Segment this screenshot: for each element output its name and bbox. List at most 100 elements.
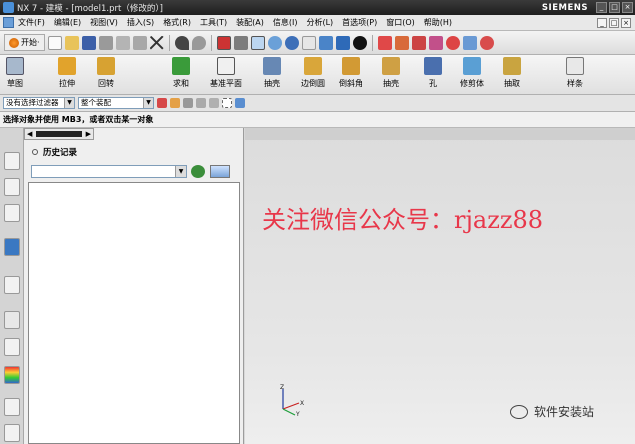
paste-icon[interactable] bbox=[132, 35, 147, 50]
help-icon[interactable] bbox=[479, 35, 494, 50]
type-filter-select[interactable]: 没有选择过滤器 ▼ bbox=[3, 97, 75, 109]
edge-blend-button[interactable]: 边倒圆 bbox=[301, 57, 325, 89]
history-clock-icon[interactable] bbox=[4, 311, 20, 329]
copy-icon[interactable] bbox=[115, 35, 130, 50]
hole-button[interactable]: 孔 bbox=[424, 57, 442, 89]
zoom-window-icon[interactable] bbox=[233, 35, 248, 50]
extrude-icon bbox=[58, 57, 76, 75]
document-icon[interactable] bbox=[3, 17, 14, 28]
chevron-left-icon[interactable]: ◀ bbox=[27, 130, 32, 138]
reuse-library-icon[interactable] bbox=[4, 204, 20, 222]
spline-label: 样条 bbox=[567, 79, 583, 88]
cut-icon[interactable] bbox=[98, 35, 113, 50]
layer-icon[interactable] bbox=[462, 35, 477, 50]
doc-restore-button[interactable]: □ bbox=[609, 17, 619, 28]
part-navigator-icon[interactable] bbox=[4, 178, 20, 196]
rotate-icon[interactable] bbox=[284, 35, 299, 50]
axis-x-line bbox=[282, 402, 300, 410]
point-icon[interactable] bbox=[394, 35, 409, 50]
chevron-right-icon[interactable]: ▶ bbox=[86, 130, 91, 138]
save-icon[interactable] bbox=[81, 35, 96, 50]
hole-icon bbox=[424, 57, 442, 75]
open-folder-icon[interactable] bbox=[64, 35, 79, 50]
trim-body-button[interactable]: 修剪体 bbox=[460, 57, 484, 89]
close-button[interactable]: × bbox=[622, 2, 633, 13]
visualization-icon[interactable] bbox=[4, 366, 20, 384]
menu-window[interactable]: 窗口(O) bbox=[386, 17, 415, 28]
panel-tab-header[interactable]: ◀ ▶ bbox=[24, 128, 94, 140]
watermark-text: 关注微信公众号：rjazz88 bbox=[262, 206, 544, 234]
menu-info[interactable]: 信息(I) bbox=[273, 17, 298, 28]
trim-body-label: 修剪体 bbox=[460, 79, 484, 88]
menu-file[interactable]: 文件(F) bbox=[18, 17, 45, 28]
wcs-icon[interactable] bbox=[377, 35, 392, 50]
axis-y-label: Y bbox=[295, 411, 300, 417]
delete-icon[interactable] bbox=[149, 35, 164, 50]
palette-icon[interactable] bbox=[4, 424, 20, 442]
title-bar: NX 7 - 建模 - [model1.prt（修改的）] SIEMENS _ … bbox=[0, 0, 635, 15]
chamfer-icon bbox=[342, 57, 360, 75]
snap-mid-icon[interactable] bbox=[209, 98, 219, 108]
unite-button[interactable]: 求和 bbox=[172, 57, 190, 89]
datum-plane-button[interactable]: 基准平面 bbox=[210, 57, 242, 89]
toolbar-separator bbox=[210, 34, 212, 51]
menu-tools[interactable]: 工具(T) bbox=[200, 17, 227, 28]
spline-button[interactable]: 样条 bbox=[566, 57, 584, 89]
menu-preferences[interactable]: 首选项(P) bbox=[342, 17, 377, 28]
doc-close-button[interactable]: × bbox=[621, 17, 631, 28]
new-file-icon[interactable] bbox=[47, 35, 62, 50]
extrude-label: 拉伸 bbox=[59, 79, 75, 88]
undo-icon[interactable] bbox=[174, 35, 189, 50]
palette-view-icon[interactable] bbox=[210, 165, 230, 178]
menu-help[interactable]: 帮助(H) bbox=[424, 17, 452, 28]
pin-icon[interactable] bbox=[32, 149, 38, 155]
menu-analysis[interactable]: 分析(L) bbox=[306, 17, 333, 28]
revolve-button[interactable]: 回转 bbox=[97, 57, 115, 89]
web-browser-icon[interactable] bbox=[4, 276, 20, 294]
fit-view-icon[interactable] bbox=[216, 35, 231, 50]
extrude-button[interactable]: 拉伸 bbox=[58, 57, 76, 89]
back-arrow-icon[interactable] bbox=[191, 165, 205, 178]
view-orient-icon[interactable] bbox=[318, 35, 333, 50]
snap-icon[interactable] bbox=[428, 35, 443, 50]
assembly-navigator-icon[interactable] bbox=[4, 152, 20, 170]
roles-icon[interactable] bbox=[4, 398, 20, 416]
menu-edit[interactable]: 编辑(E) bbox=[54, 17, 81, 28]
minimize-button[interactable]: _ bbox=[596, 2, 607, 13]
filter-icon[interactable] bbox=[157, 98, 167, 108]
history-filter-select[interactable]: ▼ bbox=[31, 165, 187, 178]
cube-icon[interactable] bbox=[235, 98, 245, 108]
maximize-button[interactable]: □ bbox=[609, 2, 620, 13]
selection-mode-icon[interactable] bbox=[170, 98, 180, 108]
redo-icon[interactable] bbox=[191, 35, 206, 50]
snap-point-icon[interactable] bbox=[183, 98, 193, 108]
info-icon[interactable] bbox=[4, 238, 20, 256]
scope-select[interactable]: 整个装配 ▼ bbox=[78, 97, 154, 109]
vector-icon[interactable] bbox=[411, 35, 426, 50]
history-list[interactable] bbox=[28, 182, 240, 444]
panel-tab-bar bbox=[36, 131, 82, 137]
settings-icon[interactable] bbox=[445, 35, 460, 50]
menu-insert[interactable]: 插入(S) bbox=[127, 17, 154, 28]
sketch-button[interactable]: 草图 bbox=[6, 57, 24, 89]
system-materials-icon[interactable] bbox=[4, 338, 20, 356]
graphics-viewport[interactable]: 关注微信公众号：rjazz88 Z X Y 软件安装站 bbox=[245, 128, 635, 444]
select-rect-icon[interactable] bbox=[222, 98, 232, 108]
sketch-icon bbox=[6, 57, 24, 75]
shell-button[interactable]: 抽壳 bbox=[263, 57, 281, 89]
menu-assembly[interactable]: 装配(A) bbox=[236, 17, 264, 28]
shell2-button[interactable]: 抽壳 bbox=[382, 57, 400, 89]
start-button[interactable]: 开始· bbox=[4, 34, 45, 51]
render-style-icon[interactable] bbox=[335, 35, 350, 50]
menu-view[interactable]: 视图(V) bbox=[90, 17, 118, 28]
snap-end-icon[interactable] bbox=[196, 98, 206, 108]
menu-format[interactable]: 格式(R) bbox=[163, 17, 191, 28]
magnify-icon[interactable] bbox=[267, 35, 282, 50]
pan-icon[interactable] bbox=[301, 35, 316, 50]
chamfer-button[interactable]: 倒斜角 bbox=[339, 57, 363, 89]
shell-label: 抽壳 bbox=[264, 79, 280, 88]
zoom-icon[interactable] bbox=[250, 35, 265, 50]
doc-minimize-button[interactable]: _ bbox=[597, 17, 607, 28]
shading-icon[interactable] bbox=[352, 35, 367, 50]
extract-button[interactable]: 抽取 bbox=[503, 57, 521, 89]
